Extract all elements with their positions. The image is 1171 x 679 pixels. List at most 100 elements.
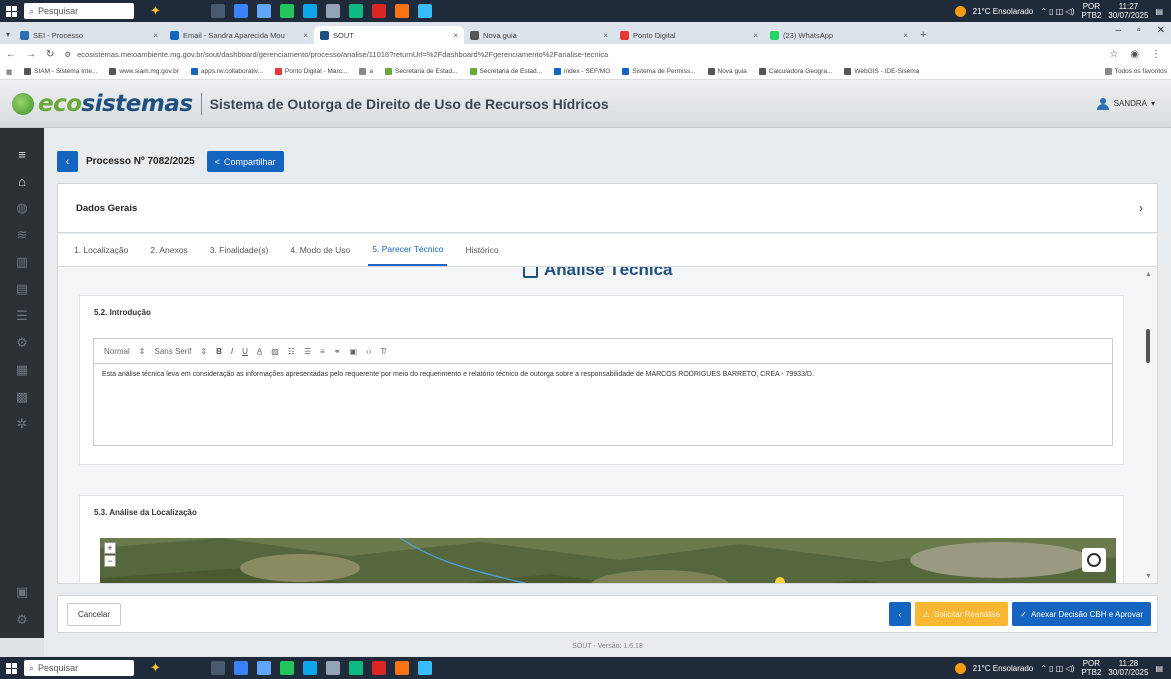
start-icon[interactable] [0,657,22,679]
tray-icons[interactable]: ⌃ ▯ ◫ ◁) [1040,7,1074,16]
font-select[interactable]: Sans Serif [154,347,191,356]
bookmark-secretaria-1[interactable]: Secretaria de Estad... [385,68,458,75]
task-view-icon[interactable] [210,661,225,675]
bookmark-star-icon[interactable]: ☆ [1109,49,1118,60]
app-icon-4[interactable] [325,661,340,675]
rich-text-editor[interactable]: Normal ⇕ Sans Serif ⇕ B I U A̲ ▨ ☷ ☰ ≡ ⚭… [93,338,1113,446]
menu-icon[interactable]: ⋮ [1151,49,1161,60]
chrome-icon[interactable] [279,4,294,18]
notification-icon[interactable]: ▤ [1155,7,1163,16]
browser-tab-ponto[interactable]: Ponto Digital × [614,26,764,44]
italic-icon[interactable]: I [231,347,233,356]
bookmark-siam[interactable]: SIAM - Sistema Inte... [24,68,97,75]
image-icon[interactable]: ▣ [350,347,358,356]
settings-gear-icon[interactable]: ⚙ [12,333,32,353]
table-icon[interactable]: ▦ [12,360,32,380]
profile-icon[interactable]: ◉ [1130,49,1139,60]
document-icon[interactable]: ▤ [12,279,32,299]
bookmark-siam-www[interactable]: www.siam.mg.gov.br [109,68,179,75]
link-icon[interactable]: ⚭ [334,347,341,356]
bullet-list-icon[interactable]: ☰ [304,347,311,356]
close-icon[interactable]: × [453,31,458,40]
menu-hamburger-icon[interactable]: ≡ [12,144,32,164]
app-icon-8[interactable] [417,4,432,18]
task-view-icon[interactable] [210,4,225,18]
close-icon[interactable]: × [603,31,608,40]
app-icon-7[interactable] [394,661,409,675]
app-icon-2[interactable] [256,661,271,675]
tab-list-icon[interactable]: ▾ [6,30,10,39]
scroll-down-icon[interactable]: ▼ [1145,573,1152,580]
previous-button[interactable]: ‹ [888,602,911,626]
minimize-icon[interactable]: – [1116,25,1122,36]
tab-anexos[interactable]: 2. Anexos [146,233,191,266]
start-icon[interactable] [0,0,22,22]
code-icon[interactable]: ‹› [366,347,371,356]
browser-tab-whatsapp[interactable]: (23) WhatsApp × [764,26,914,44]
apps-grid-icon[interactable]: ▦ [6,68,12,76]
tab-parecer-tecnico[interactable]: 5. Parecer Técnico [368,233,448,266]
app-icon-1[interactable] [233,661,248,675]
app-icon-8[interactable] [417,661,432,675]
bookmark-permissao[interactable]: Sistema de Permiss... [622,68,696,75]
text-color-icon[interactable]: A̲ [257,347,262,356]
print-icon[interactable]: ▣ [12,582,32,602]
maximize-icon[interactable]: ▫ [1137,25,1141,36]
bookmark-webgis[interactable]: WebGIS - IDE-Sisema [844,68,919,75]
browser-tab-sout[interactable]: SOUT × [314,26,465,44]
user-menu[interactable]: SANDRA ▾ [1096,97,1155,110]
highlight-icon[interactable]: ▨ [271,347,279,356]
back-button[interactable]: ‹ [57,151,78,172]
bookmark-nova-guia[interactable]: Nova guia [707,68,747,75]
ordered-list-icon[interactable]: ☷ [288,347,295,356]
sparkle-icon[interactable]: ✦ [150,3,161,19]
cancel-button[interactable]: Cancelar [67,602,122,626]
sparkle-icon[interactable]: ✦ [150,660,161,676]
taskbar-search[interactable]: ⌕ Pesquisar [24,660,134,676]
browser-tab-email[interactable]: Email - Sandra Aparecida Mou × [164,26,314,44]
app-icon-2[interactable] [256,4,271,18]
close-icon[interactable]: × [753,31,758,40]
app-icon-6[interactable] [371,661,386,675]
app-icon-5[interactable] [348,661,363,675]
app-icon-6[interactable] [371,4,386,18]
satellite-map[interactable]: + − [100,538,1116,583]
clear-format-icon[interactable]: T̸ [380,347,385,356]
underline-icon[interactable]: U [242,347,248,356]
bold-icon[interactable]: B [216,347,222,356]
url-input[interactable]: ⚙ ecosistemas.meioambiente.mg.gov.br/sou… [64,46,1099,62]
format-select[interactable]: Normal [104,347,130,356]
chart-icon[interactable]: ▩ [12,387,32,407]
list-icon[interactable]: ☰ [12,306,32,326]
browser-tab-sei[interactable]: SEI - Processo × [14,26,164,44]
tab-localizacao[interactable]: 1. Localização [70,233,132,266]
bookmark-sef[interactable]: index - SEF/MG [554,68,610,75]
tab-finalidades[interactable]: 3. Finalidade(s) [206,233,273,266]
bookmark-all[interactable]: Todos os favoritos [1104,68,1167,75]
bookmark-ponto[interactable]: Ponto Digital - Marc... [274,68,347,75]
close-icon[interactable]: × [903,31,908,40]
water-icon[interactable]: ≋ [12,225,32,245]
notification-icon[interactable]: ▤ [1155,664,1163,673]
content-scrollbar[interactable]: ▲ ▼ [1141,267,1155,583]
align-icon[interactable]: ≡ [320,347,325,356]
bookmark-apps[interactable]: apps.rw.collaborativ... [190,68,263,75]
app-icon-3[interactable] [302,4,317,18]
forward-icon[interactable]: → [26,49,36,60]
home-icon[interactable]: ⌂ [12,171,32,191]
back-icon[interactable]: ← [6,49,16,60]
tray-icons[interactable]: ⌃ ▯ ◫ ◁) [1040,664,1074,673]
reload-icon[interactable]: ↻ [46,49,54,60]
bookmark-a[interactable]: a [359,68,373,75]
chrome-icon[interactable] [279,661,294,675]
app-icon-3[interactable] [302,661,317,675]
gear-icon[interactable]: ⚙ [12,610,32,630]
request-reanalysis-button[interactable]: ⚠ Solicitar Reanálise [914,602,1009,626]
dados-gerais-panel[interactable]: Dados Gerais › [57,183,1158,233]
bookmark-calculadora[interactable]: Calculadora Geogra... [758,68,832,75]
app-icon-4[interactable] [325,4,340,18]
app-icon-1[interactable] [233,4,248,18]
approve-button[interactable]: ✓ Anexar Decisão CBH e Aprovar [1012,602,1151,626]
globe-icon[interactable]: ◍ [12,198,32,218]
close-icon[interactable]: × [303,31,308,40]
